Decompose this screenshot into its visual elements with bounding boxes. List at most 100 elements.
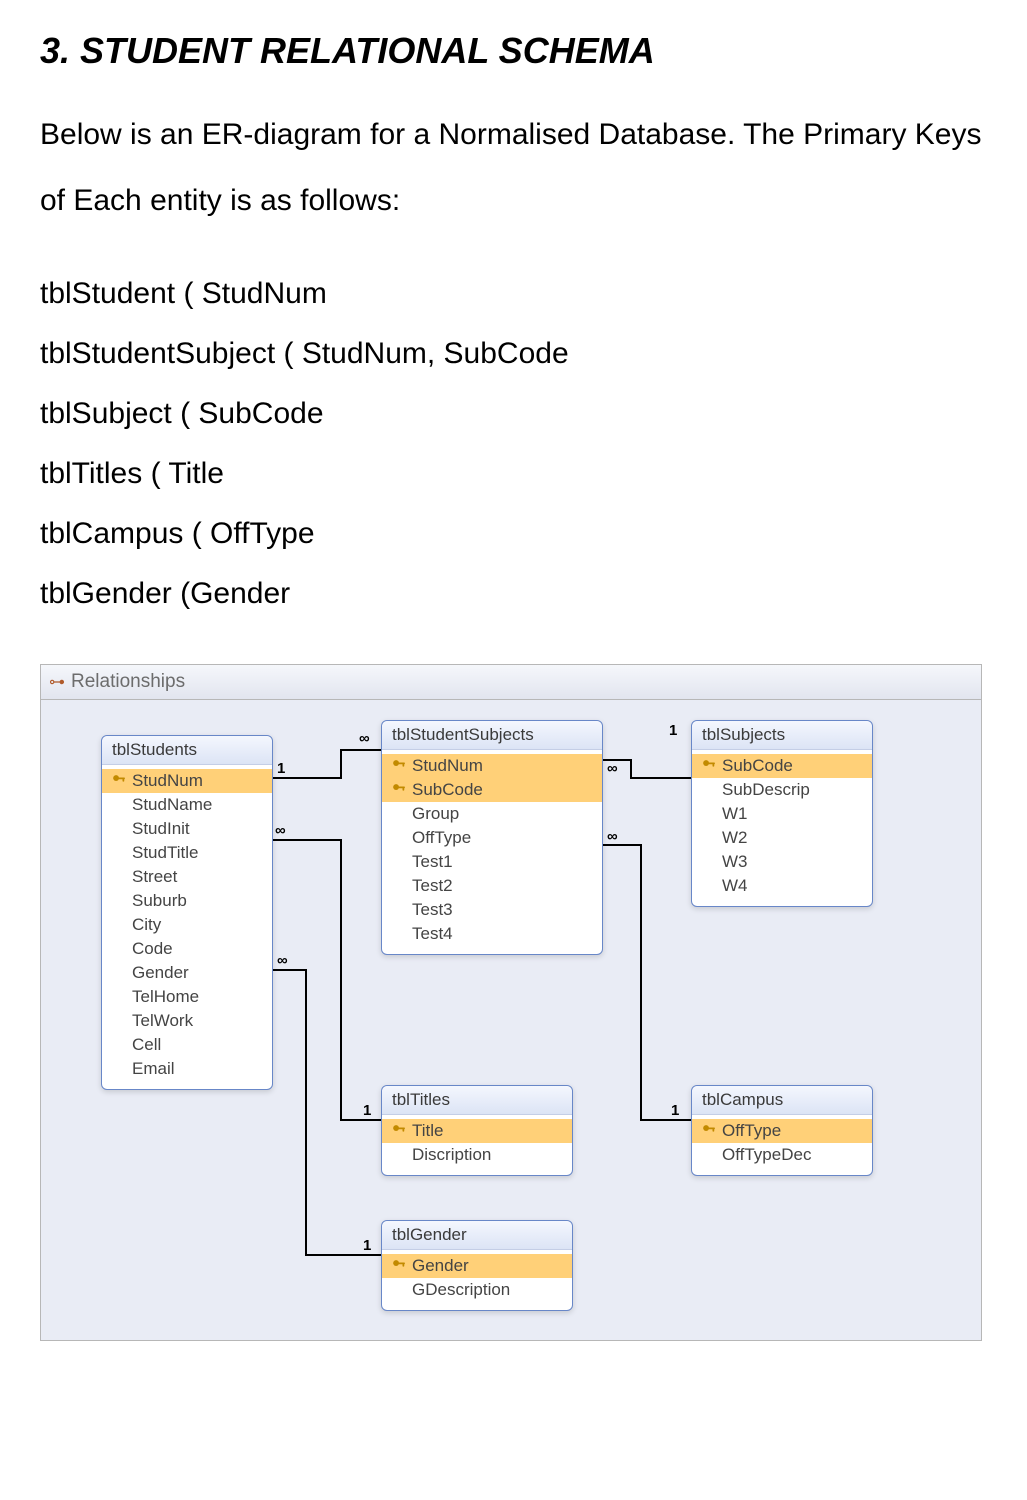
entity-field: TelWork — [102, 1009, 272, 1033]
cardinality-many: ∞ — [607, 828, 618, 845]
cardinality-many: ∞ — [359, 730, 370, 747]
entity-tblSubjects[interactable]: tblSubjects SubCode SubDescrip W1 W2 W3 W4 — [691, 720, 873, 907]
entity-fields: StudNum SubCodeGroupOffType Test1 Test2 Test… — [382, 750, 602, 954]
entity-tblStudentSubjects[interactable]: tblStudentSubjects StudNum SubCodeGroupOff… — [381, 720, 603, 955]
diagram-canvas: 1 ∞ 1 ∞ 1 ∞ 1 ∞ 1 ∞ tblStudentsStudNumSt… — [41, 700, 981, 1340]
entity-header: tblStudentSubjects — [382, 721, 602, 750]
entity-field: OffType — [692, 1119, 872, 1143]
pk-line: tblSubject ( SubCode — [40, 384, 987, 444]
cardinality-one: 1 — [671, 1102, 679, 1119]
pk-line: tblGender (Gender — [40, 564, 987, 624]
cardinality-one: 1 — [277, 760, 285, 777]
relationships-window: ⊶ Relationships 1 — [40, 664, 982, 1341]
pk-line: tblStudentSubject ( StudNum, SubCode — [40, 324, 987, 384]
cardinality-one: 1 — [363, 1237, 371, 1254]
entity-field: Discription — [382, 1143, 572, 1167]
entity-field: StudName — [102, 793, 272, 817]
field-name: Suburb — [132, 891, 187, 911]
entity-field: W4 — [692, 874, 872, 898]
entity-field: City — [102, 913, 272, 937]
entity-tblGender[interactable]: tblGender GenderGDescription — [381, 1220, 573, 1311]
primary-key-icon — [702, 1124, 716, 1138]
entity-fields: OffType OffTypeDec — [692, 1115, 872, 1175]
field-name: StudName — [132, 795, 212, 815]
field-name: Street — [132, 867, 177, 887]
entity-field: Gender — [382, 1254, 572, 1278]
primary-key-icon — [702, 759, 716, 773]
field-name: Test1 — [412, 852, 453, 872]
entity-field: StudTitle — [102, 841, 272, 865]
entity-field: W2 — [692, 826, 872, 850]
entity-header: tblStudents — [102, 736, 272, 765]
entity-field: StudInit — [102, 817, 272, 841]
field-name: Discription — [412, 1145, 491, 1165]
field-name: SubDescrip — [722, 780, 810, 800]
window-title: Relationships — [71, 671, 185, 693]
field-name: SubCode — [722, 756, 793, 776]
cardinality-many: ∞ — [277, 952, 288, 969]
field-name: OffType — [722, 1121, 781, 1141]
entity-fields: SubCode SubDescrip W1 W2 W3 W4 — [692, 750, 872, 906]
field-name: OffType — [412, 828, 471, 848]
field-name: SubCode — [412, 780, 483, 800]
field-name: StudNum — [412, 756, 483, 776]
field-name: Gender — [132, 963, 189, 983]
entity-tblTitles[interactable]: tblTitles Title Discription — [381, 1085, 573, 1176]
entity-field: Test2 — [382, 874, 602, 898]
entity-field: W1 — [692, 802, 872, 826]
field-name: Test3 — [412, 900, 453, 920]
entity-header: tblSubjects — [692, 721, 872, 750]
entity-field: Gender — [102, 961, 272, 985]
field-name: StudNum — [132, 771, 203, 791]
field-name: StudTitle — [132, 843, 198, 863]
entity-header: tblCampus — [692, 1086, 872, 1115]
cardinality-one: 1 — [669, 722, 677, 739]
entity-field: GDescription — [382, 1278, 572, 1302]
cardinality-many: ∞ — [275, 822, 286, 839]
primary-key-icon — [392, 1259, 406, 1273]
entity-header: tblTitles — [382, 1086, 572, 1115]
field-name: Title — [412, 1121, 444, 1141]
window-titlebar: ⊶ Relationships — [41, 665, 981, 700]
field-name: W1 — [722, 804, 748, 824]
section-heading: 3. STUDENT RELATIONAL SCHEMA — [40, 30, 987, 72]
entity-field: OffTypeDec — [692, 1143, 872, 1167]
field-name: W3 — [722, 852, 748, 872]
field-name: Code — [132, 939, 173, 959]
field-name: City — [132, 915, 161, 935]
field-name: OffTypeDec — [722, 1145, 811, 1165]
entity-field: W3 — [692, 850, 872, 874]
entity-fields: StudNum StudName StudInit StudTitle Street Su… — [102, 765, 272, 1089]
primary-key-icon — [392, 1124, 406, 1138]
field-name: TelHome — [132, 987, 199, 1007]
entity-field: OffType — [382, 826, 602, 850]
cardinality-many: ∞ — [607, 760, 618, 777]
primary-key-icon — [112, 774, 126, 788]
field-name: Email — [132, 1059, 175, 1079]
field-name: Test2 — [412, 876, 453, 896]
entity-fields: Title Discription — [382, 1115, 572, 1175]
document-page: 3. STUDENT RELATIONAL SCHEMA Below is an… — [0, 0, 1027, 1401]
entity-field: Code — [102, 937, 272, 961]
field-name: StudInit — [132, 819, 190, 839]
entity-tblStudents[interactable]: tblStudents StudNum StudName StudInit StudTi… — [101, 735, 273, 1090]
field-name: TelWork — [132, 1011, 193, 1031]
entity-header: tblGender — [382, 1221, 572, 1250]
field-name: Gender — [412, 1256, 469, 1276]
entity-field: Email — [102, 1057, 272, 1081]
field-name: W4 — [722, 876, 748, 896]
primary-key-list: tblStudent ( StudNum tblStudentSubject (… — [40, 264, 987, 624]
entity-field: Test4 — [382, 922, 602, 946]
entity-field: Group — [382, 802, 602, 826]
entity-field: StudNum — [382, 754, 602, 778]
field-name: W2 — [722, 828, 748, 848]
pk-line: tblStudent ( StudNum — [40, 264, 987, 324]
entity-field: Street — [102, 865, 272, 889]
entity-field: StudNum — [102, 769, 272, 793]
intro-paragraph: Below is an ER-diagram for a Normalised … — [40, 102, 987, 234]
entity-field: Test1 — [382, 850, 602, 874]
entity-field: Test3 — [382, 898, 602, 922]
entity-tblCampus[interactable]: tblCampus OffType OffTypeDec — [691, 1085, 873, 1176]
primary-key-icon — [392, 759, 406, 773]
field-name: Cell — [132, 1035, 161, 1055]
